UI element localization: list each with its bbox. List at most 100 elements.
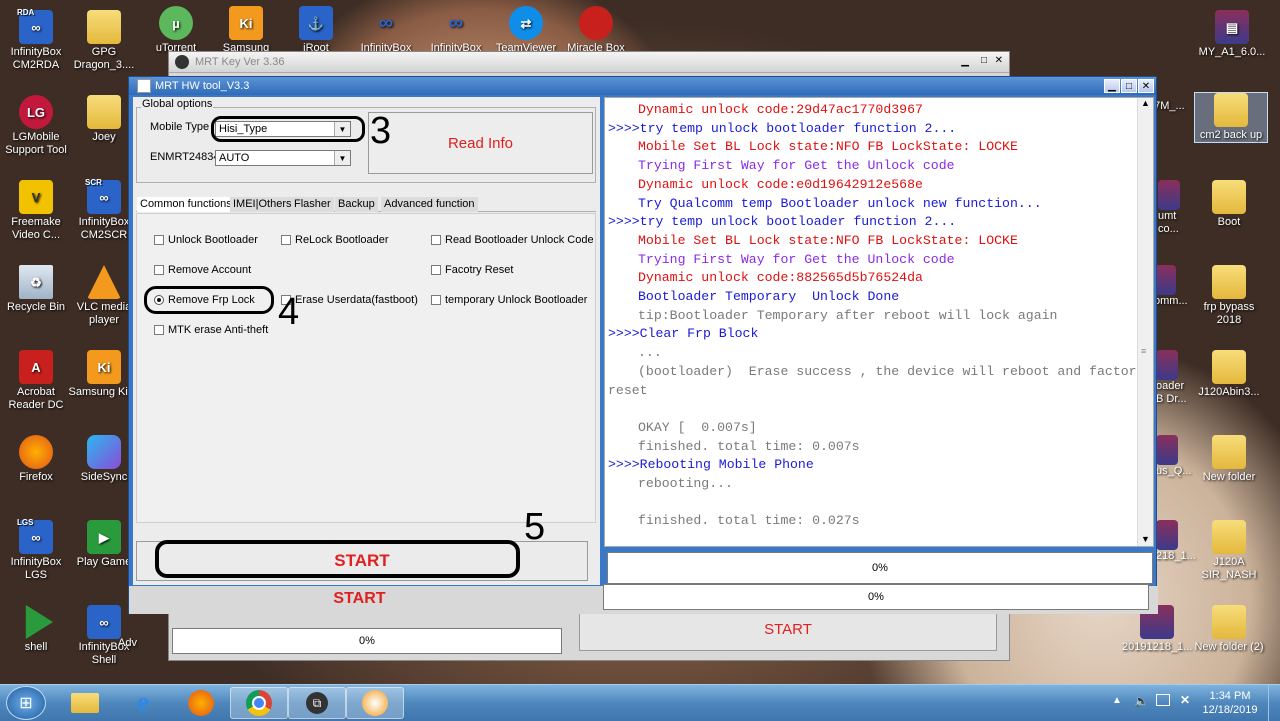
common-functions-panel [136,213,596,523]
desktop-icon-frp-bypass[interactable]: frp bypass 2018 [1193,265,1265,327]
global-options-label: Global options [141,98,214,110]
desktop-icon-infinitybox-qlm[interactable]: ∞ InfinityBox [350,6,422,55]
tab-advanced-function[interactable]: Advanced function [381,197,478,212]
progress-bar: 0% [607,552,1153,584]
desktop-icon-utorrent[interactable]: µ uTorrent [140,6,212,55]
back-start-button-visible[interactable]: START [132,587,587,611]
checkbox[interactable] [431,235,441,245]
folder-icon [1212,520,1246,554]
start-menu-button[interactable]: ⊞ [6,686,46,720]
shell-icon [25,605,53,639]
desktop-icon-freemake[interactable]: V Freemake Video C... [0,180,72,242]
mtk-erase-option[interactable]: MTK erase Anti-theft [154,324,268,336]
desktop-icon-lgmobile[interactable]: LG LGMobile Support Tool [0,95,72,157]
checkbox[interactable] [281,235,291,245]
desktop-icon-infinitybox-2[interactable]: ∞ InfinityBox [420,6,492,55]
taskbar-app-internet-explorer[interactable]: e [114,687,172,719]
maximize-icon[interactable]: □ [1121,79,1137,93]
tab-flasher[interactable]: Flasher [291,197,334,212]
checkbox[interactable] [154,265,164,275]
desktop-icon-partial-3[interactable]: omm... [1154,265,1190,308]
checkbox[interactable] [431,295,441,305]
remove-account-option[interactable]: Remove Account [154,264,251,276]
temp-unlock-bootloader-option[interactable]: temporary Unlock Bootloader [431,294,587,306]
iroot-icon: ⚓ [299,6,333,40]
play-games-icon: ▶ [87,520,121,554]
desktop-icon-cm2-back-up[interactable]: cm2 back up [1194,92,1268,143]
desktop-icon-infinitybox-lgs[interactable]: LGS ∞ InfinityBox LGS [0,518,72,582]
minimize-icon[interactable]: ▁ [961,56,969,67]
factory-reset-option[interactable]: Facotry Reset [431,264,513,276]
desktop-icon-j120a-sir-nash[interactable]: J120A SIR_NASH [1193,520,1265,582]
network-disconnected-icon[interactable]: ✕ [1180,693,1190,707]
infinitybox-icon: SCR ∞ [85,178,121,214]
desktop-icon-teamviewer[interactable]: ⇄ TeamViewer [490,6,562,55]
firefox-icon [188,690,214,716]
log-scrollbar[interactable]: ▲ ≡ ▼ [1137,98,1153,546]
log-line: reset [608,382,648,398]
desktop-icon-new-folder-2[interactable]: New folder (2) [1193,605,1265,654]
chrome-icon [246,690,272,716]
close-icon[interactable]: ✕ [1138,79,1154,93]
desktop-icon-j120abin[interactable]: J120Abin3... [1193,350,1265,399]
scroll-down-icon[interactable]: ▼ [1141,534,1150,544]
desktop-icon-partial-6[interactable]: 218_1... [1156,520,1196,563]
log-line: Bootloader Temporary Unlock Done [638,289,900,305]
relock-bootloader-option[interactable]: ReLock Bootloader [281,234,389,246]
desktop-icon-partial-4[interactable]: oader B Dr... [1156,350,1190,406]
taskbar-app-task-view[interactable]: ⧉ [288,687,346,719]
kies-icon: Ki [87,350,121,384]
taskbar-app-firefox[interactable] [172,687,230,719]
folder-icon [1212,180,1246,214]
desktop-icon-infinitybox-shell[interactable]: ∞ InfinityBox Shell [68,605,140,667]
infinitybox-icon: LGS ∞ [17,518,53,554]
desktop-icon-iroot[interactable]: ⚓ iRoot [280,6,352,55]
desktop-icon-samsung[interactable]: Ki Samsung [210,6,282,55]
action-center-icon[interactable] [1156,694,1170,706]
scroll-up-icon[interactable]: ▲ [1141,98,1150,108]
read-bootloader-code-option[interactable]: Read Bootloader Unlock Code [431,234,594,246]
desktop-icon-partial-2[interactable]: umt co... [1158,180,1188,236]
minimize-icon[interactable]: ▁ [1104,79,1120,93]
desktop-icon-infinitybox-cm2rda[interactable]: RDA ∞ InfinityBox CM2RDA [0,8,72,72]
mrt-hw-titlebar[interactable]: MRT HW tool_V3.3 ▁ □ ✕ [129,77,1156,95]
firefox-icon [19,435,53,469]
desktop-icon-partial-adv[interactable]: Adv [118,637,158,650]
erase-userdata-option[interactable]: Erase Userdata(fastboot) [281,294,418,306]
maximize-icon[interactable]: □ [981,55,987,66]
tab-backup[interactable]: Backup [335,197,378,212]
taskbar-app-mrt-tool[interactable] [346,687,404,719]
unlock-bootloader-option[interactable]: Unlock Bootloader [154,234,258,246]
desktop-icon-new-folder[interactable]: New folder [1193,435,1265,484]
checkbox[interactable] [154,235,164,245]
mrt-key-titlebar[interactable]: MRT Key Ver 3.36 ▁ □ ✕ [169,52,1009,73]
close-icon[interactable]: ✕ [995,55,1003,66]
tab-imei-others[interactable]: IMEI|Others [230,197,295,212]
clock-date: 12/18/2019 [1202,704,1258,716]
desktop-icon-boot[interactable]: Boot [1193,180,1265,229]
volume-icon[interactable]: 🔈 [1134,694,1149,708]
scroll-grip-icon[interactable]: ≡ [1141,346,1146,356]
desktop-icon-miracle-box[interactable]: Miracle Box [560,6,632,55]
checkbox[interactable] [431,265,441,275]
desktop-icon-my-a1[interactable]: ▤ MY_A1_6.0... [1192,10,1272,59]
mrt-hw-tool-window[interactable]: MRT HW tool_V3.3 ▁ □ ✕ Global options Mo… [128,76,1158,614]
desktop-icon-acrobat[interactable]: A Acrobat Reader DC [0,350,72,412]
desktop-icon-recycle-bin[interactable]: ♻ Recycle Bin [0,265,72,314]
desktop-icon-gpg-dragon[interactable]: GPG Dragon_3.... [68,10,140,72]
desktop-icon-firefox[interactable]: Firefox [0,435,72,484]
annotation-circle-remove-frp [144,286,274,314]
enmrt-select[interactable]: AUTO ▼ [215,150,351,166]
folder-icon [87,10,121,44]
show-desktop-button[interactable] [1268,685,1280,721]
desktop-icon-partial-5[interactable]: us_Q... [1156,435,1191,478]
desktop-icon-shell[interactable]: shell [0,605,72,654]
clock[interactable]: 1:34 PM 12/18/2019 [1198,689,1262,717]
taskbar-app-chrome[interactable] [230,687,288,719]
read-info-button[interactable]: Read Info [368,112,593,174]
checkbox[interactable] [154,325,164,335]
show-hidden-icons[interactable]: ▲ [1112,695,1122,706]
log-panel[interactable]: Dynamic unlock code:29d47ac1770d3967 >>>>… [604,97,1154,547]
taskbar-app-explorer[interactable] [56,687,114,719]
tab-common-functions[interactable]: Common functions [137,197,235,212]
